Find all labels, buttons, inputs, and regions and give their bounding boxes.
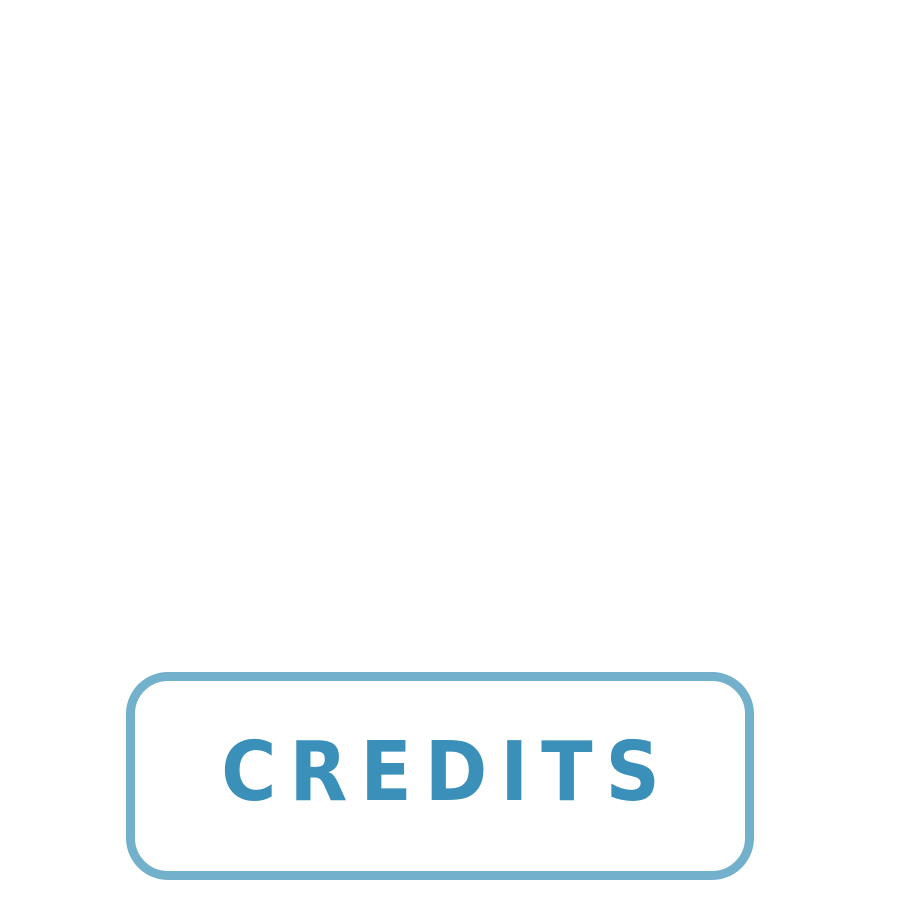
credits-button[interactable]: CREDITS [126, 672, 754, 880]
menu-screen: CREDITS [0, 0, 900, 900]
credits-button-label: CREDITS [220, 725, 673, 820]
